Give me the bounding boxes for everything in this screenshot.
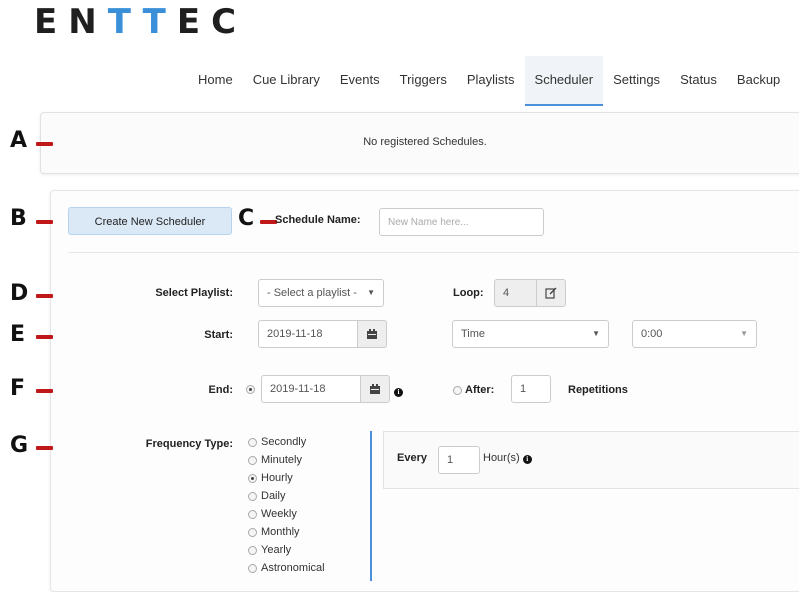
frequency-weekly[interactable]: Weekly (248, 505, 325, 523)
frequency-option-label: Hourly (261, 472, 293, 484)
schedule-name-label: Schedule Name: (275, 214, 361, 226)
radio-unselected-icon (248, 527, 257, 537)
no-schedules-message: No registered Schedules. (363, 136, 487, 148)
frequency-type-options: Secondly Minutely Hourly Daily Weekly Mo… (248, 433, 325, 577)
frequency-monthly[interactable]: Monthly (248, 523, 325, 541)
frequency-astronomical[interactable]: Astronomical (248, 559, 325, 577)
playlist-select[interactable]: - Select a playlist - ▼ (258, 279, 384, 307)
frequency-option-label: Minutely (261, 454, 302, 466)
marker-f: F (10, 376, 26, 401)
nav-cue-library[interactable]: Cue Library (243, 56, 330, 106)
frequency-yearly[interactable]: Yearly (248, 541, 325, 559)
frequency-divider (370, 431, 372, 581)
after-label: After: (465, 384, 495, 396)
every-label: Every (397, 452, 427, 464)
logo-part-3: EC (176, 2, 248, 42)
radio-unselected-icon (248, 509, 257, 519)
frequency-option-label: Daily (261, 490, 286, 502)
frequency-option-label: Weekly (261, 508, 297, 520)
radio-selected-icon (246, 385, 255, 394)
loop-input[interactable]: 4 (494, 279, 537, 307)
after-radio[interactable] (453, 384, 462, 398)
marker-e: E (10, 322, 26, 347)
schedule-name-input[interactable]: New Name here... (379, 208, 544, 236)
nav-settings[interactable]: Settings (603, 56, 670, 106)
frequency-option-label: Astronomical (261, 562, 325, 574)
radio-unselected-icon (248, 563, 257, 573)
end-date-input[interactable]: 2019-11-18 (261, 375, 361, 403)
start-label: Start: (204, 329, 233, 341)
logo-part-2: TT (107, 2, 177, 42)
chevron-down-icon: ▼ (592, 329, 600, 338)
frequency-daily[interactable]: Daily (248, 487, 325, 505)
frequency-hourly[interactable]: Hourly (248, 469, 325, 487)
nav-scheduler[interactable]: Scheduler (524, 56, 604, 106)
loop-label: Loop: (453, 287, 484, 299)
loop-edit-button[interactable] (536, 279, 566, 307)
start-time-select[interactable]: 0:00 ▼ (632, 320, 757, 348)
end-calendar-button[interactable] (360, 375, 390, 403)
nav-home[interactable]: Home (188, 56, 243, 106)
end-label: End: (208, 384, 233, 396)
marker-a-dash (36, 142, 53, 146)
nav-backup[interactable]: Backup (727, 56, 790, 106)
end-info-icon[interactable]: i (394, 383, 403, 397)
every-interval-input[interactable]: 1 (438, 446, 480, 474)
frequency-option-label: Monthly (261, 526, 300, 538)
every-unit-text: Hour(s) (483, 452, 520, 464)
form-divider (68, 252, 799, 253)
chevron-down-icon: ▼ (367, 288, 375, 297)
radio-unselected-icon (248, 545, 257, 555)
frequency-option-label: Yearly (261, 544, 292, 556)
logo-part-1: EN (34, 2, 108, 42)
radio-unselected-icon (248, 491, 257, 501)
nav-status[interactable]: Status (670, 56, 727, 106)
schedule-name-placeholder: New Name here... (388, 217, 469, 228)
create-new-scheduler-button[interactable]: Create New Scheduler (68, 207, 232, 235)
marker-g: G (10, 433, 29, 458)
marker-c: C (238, 206, 255, 231)
chevron-down-icon: ▼ (740, 329, 748, 338)
after-repetitions-input[interactable]: 1 (511, 375, 551, 403)
marker-d: D (10, 281, 29, 306)
edit-icon (545, 287, 557, 299)
frequency-minutely[interactable]: Minutely (248, 451, 325, 469)
nav-playlists[interactable]: Playlists (457, 56, 525, 106)
marker-e-dash (36, 335, 53, 339)
playlist-select-value: - Select a playlist - (267, 287, 357, 299)
marker-b: B (10, 206, 27, 231)
main-nav: Home Cue Library Events Triggers Playlis… (188, 56, 790, 106)
start-calendar-button[interactable] (357, 320, 387, 348)
calendar-icon (370, 383, 380, 394)
every-unit-label: Hour(s) i (483, 452, 532, 464)
frequency-secondly[interactable]: Secondly (248, 433, 325, 451)
radio-unselected-icon (248, 437, 257, 447)
start-date-input[interactable]: 2019-11-18 (258, 320, 358, 348)
radio-selected-icon (248, 473, 257, 483)
radio-unselected-icon (248, 455, 257, 465)
nav-events[interactable]: Events (330, 56, 390, 106)
start-time-mode-select[interactable]: Time ▼ (452, 320, 609, 348)
start-time-mode-value: Time (461, 328, 486, 340)
marker-f-dash (36, 389, 53, 393)
marker-b-dash (36, 220, 53, 224)
frequency-type-label: Frequency Type: (145, 438, 233, 450)
end-date-radio[interactable] (246, 383, 255, 397)
calendar-icon (367, 328, 377, 339)
nav-triggers[interactable]: Triggers (390, 56, 457, 106)
repetitions-label: Repetitions (568, 384, 628, 396)
marker-a: A (10, 128, 28, 153)
frequency-option-label: Secondly (261, 436, 307, 448)
select-playlist-label: Select Playlist: (155, 287, 233, 299)
marker-g-dash (36, 446, 53, 450)
start-time-value: 0:00 (641, 328, 663, 340)
radio-unselected-icon (453, 386, 462, 395)
marker-d-dash (36, 294, 53, 298)
enttec-logo: ENTTEC (34, 2, 247, 42)
every-info-icon[interactable]: i (522, 455, 532, 464)
